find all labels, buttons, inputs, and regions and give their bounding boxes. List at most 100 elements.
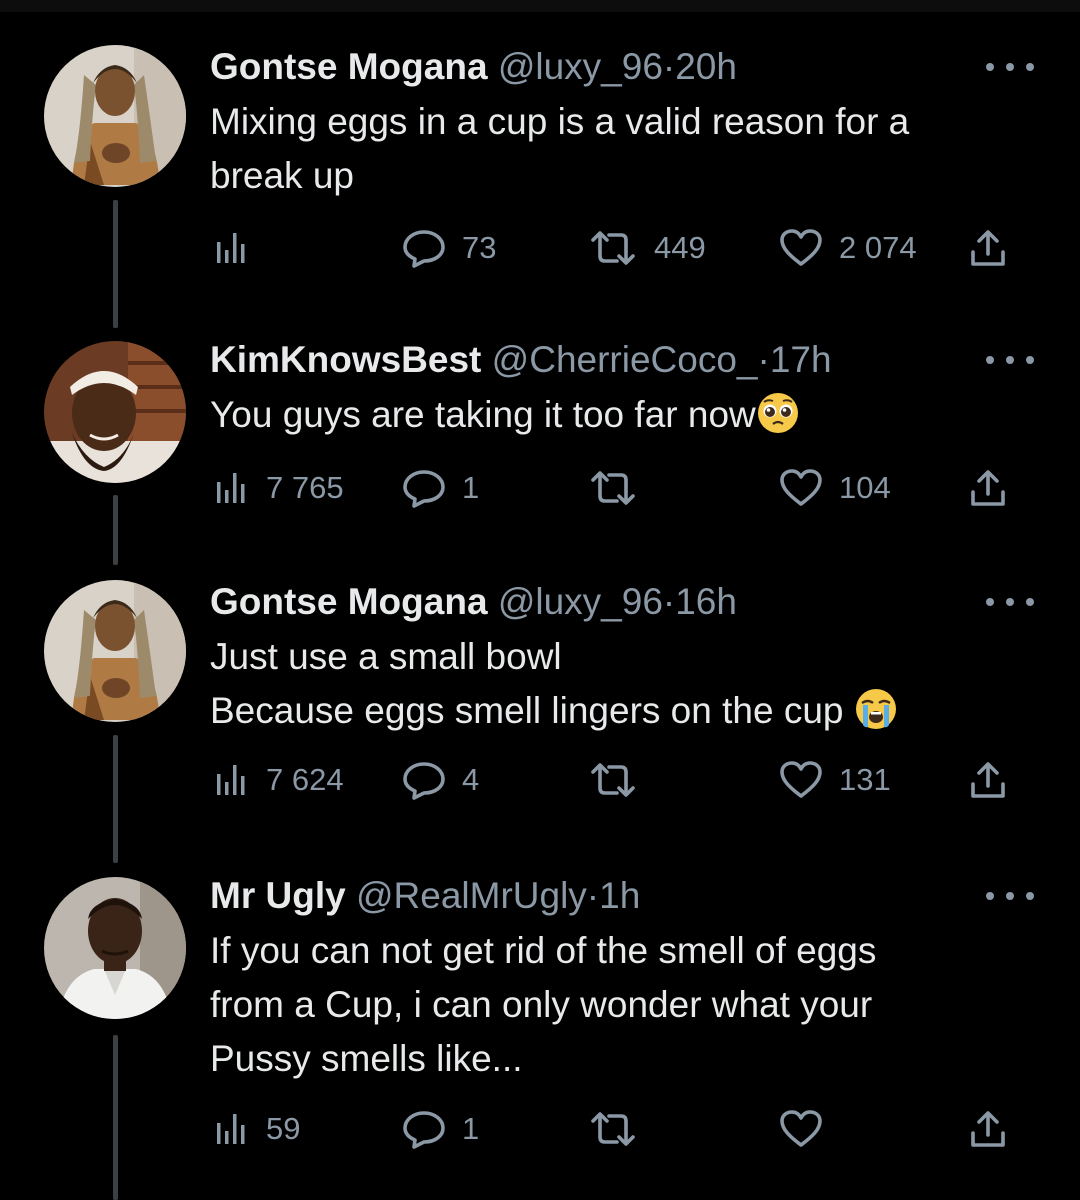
- pleading-face-emoji: [757, 393, 798, 433]
- reply-count: 73: [462, 230, 497, 265]
- reply-icon: [403, 230, 445, 268]
- view-count: 59: [266, 1111, 301, 1146]
- tweet-text-line: Just use a small bowl: [210, 636, 562, 677]
- tweet-text: Just use a small bowl Because eggs smell…: [210, 630, 1010, 738]
- like-count: 104: [839, 470, 891, 505]
- share-icon: [971, 762, 1005, 798]
- separator-dot: ·: [586, 875, 600, 916]
- retweet-button[interactable]: [588, 468, 638, 508]
- view-count: 7 624: [266, 762, 344, 797]
- avatar[interactable]: [44, 45, 186, 187]
- reply-count: 4: [462, 762, 480, 797]
- top-edge-strip: [0, 0, 1080, 12]
- reply-button[interactable]: 1: [402, 1109, 479, 1149]
- tweet-header: Mr Ugly @RealMrUgly·1h: [210, 874, 640, 918]
- avatar[interactable]: [44, 580, 186, 722]
- heart-icon: [780, 469, 822, 506]
- handle[interactable]: @luxy_96: [498, 581, 663, 622]
- display-name[interactable]: Gontse Mogana: [210, 581, 488, 622]
- tweet-text: If you can not get rid of the smell of e…: [210, 924, 1010, 1086]
- reply-button[interactable]: 4: [402, 760, 479, 800]
- tweet-actions: 7 765 1 104: [0, 468, 1080, 508]
- tweet-actions: 7 624 4 131: [0, 760, 1080, 800]
- share-button[interactable]: [968, 760, 1008, 800]
- display-name[interactable]: Mr Ugly: [210, 875, 346, 916]
- tweet-header: Gontse Mogana @luxy_96·20h: [210, 45, 737, 89]
- handle[interactable]: @RealMrUgly: [356, 875, 587, 916]
- views-button[interactable]: 59: [214, 1109, 300, 1149]
- reply-button[interactable]: 73: [402, 228, 496, 268]
- share-button[interactable]: [968, 1109, 1008, 1149]
- views-icon: [217, 233, 245, 263]
- tweet-header: KimKnowsBest @CherrieCoco_·17h: [210, 338, 832, 382]
- tweet-text-line: If you can not get rid of the smell of e…: [210, 930, 877, 971]
- more-options-icon[interactable]: [986, 886, 1034, 906]
- loudly-crying-face-emoji: [855, 689, 896, 729]
- like-button[interactable]: [779, 1109, 823, 1149]
- retweet-button[interactable]: [588, 1109, 638, 1149]
- tweet-header: Gontse Mogana @luxy_96·16h: [210, 580, 737, 624]
- tweet-text-line: Mixing eggs in a cup is a valid reason f…: [210, 101, 910, 142]
- handle[interactable]: @CherrieCoco_: [492, 339, 758, 380]
- retweet-icon: [591, 763, 635, 797]
- timestamp[interactable]: 17h: [770, 339, 832, 380]
- separator-dot: ·: [757, 339, 770, 380]
- heart-icon: [780, 1110, 822, 1147]
- more-options-icon[interactable]: [986, 592, 1034, 612]
- tweet-text-line: from a Cup, i can only wonder what your: [210, 984, 873, 1025]
- share-icon: [971, 1111, 1005, 1147]
- more-options-icon[interactable]: [986, 57, 1034, 77]
- like-count: 131: [839, 762, 891, 797]
- share-button[interactable]: [968, 468, 1008, 508]
- more-options-icon[interactable]: [986, 350, 1034, 370]
- like-count: 2 074: [839, 230, 917, 265]
- timestamp[interactable]: 1h: [599, 875, 640, 916]
- tweet-actions: 73 449 2 074: [0, 228, 1080, 268]
- retweet-icon: [591, 231, 635, 265]
- retweet-button[interactable]: [588, 760, 638, 800]
- timestamp[interactable]: 20h: [675, 46, 737, 87]
- display-name[interactable]: KimKnowsBest: [210, 339, 481, 380]
- avatar[interactable]: [44, 877, 186, 1019]
- tweet-text: Mixing eggs in a cup is a valid reason f…: [210, 95, 1010, 203]
- handle[interactable]: @luxy_96: [498, 46, 663, 87]
- like-button[interactable]: 104: [779, 468, 891, 508]
- views-icon: [217, 473, 245, 503]
- tweet-actions: 59 1: [0, 1109, 1080, 1149]
- avatar-photo-braids: [44, 580, 186, 722]
- reply-count: 1: [462, 1111, 480, 1146]
- retweet-button[interactable]: 449: [588, 228, 706, 268]
- avatar-photo-man-white-shirt: [44, 877, 186, 1019]
- reply-button[interactable]: 1: [402, 468, 479, 508]
- separator-dot: ·: [662, 581, 676, 622]
- avatar-photo-headband: [44, 341, 186, 483]
- tweet-text-line: Pussy smells like...: [210, 1038, 523, 1079]
- views-button[interactable]: 7 765: [214, 468, 344, 508]
- timestamp[interactable]: 16h: [675, 581, 737, 622]
- tweet-text-line: You guys are taking it too far now: [210, 394, 756, 435]
- reply-icon: [403, 1111, 445, 1149]
- like-button[interactable]: 2 074: [779, 228, 917, 268]
- view-count: 7 765: [266, 470, 344, 505]
- reply-count: 1: [462, 470, 480, 505]
- views-button[interactable]: [214, 228, 250, 268]
- tweet-text: You guys are taking it too far now: [210, 388, 1010, 442]
- tweet-text-line: Because eggs smell lingers on the cup: [210, 690, 854, 731]
- avatar[interactable]: [44, 341, 186, 483]
- retweet-count: 449: [654, 230, 706, 265]
- separator-dot: ·: [662, 46, 676, 87]
- display-name[interactable]: Gontse Mogana: [210, 46, 488, 87]
- tweet-text-line: break up: [210, 155, 354, 196]
- share-icon: [971, 230, 1005, 266]
- views-button[interactable]: 7 624: [214, 760, 344, 800]
- share-icon: [971, 470, 1005, 506]
- avatar-photo-braids: [44, 45, 186, 187]
- like-button[interactable]: 131: [779, 760, 891, 800]
- heart-icon: [780, 761, 822, 798]
- heart-icon: [780, 229, 822, 266]
- reply-icon: [403, 762, 445, 800]
- views-icon: [217, 765, 245, 795]
- share-button[interactable]: [968, 228, 1008, 268]
- retweet-icon: [591, 1112, 635, 1146]
- reply-icon: [403, 470, 445, 508]
